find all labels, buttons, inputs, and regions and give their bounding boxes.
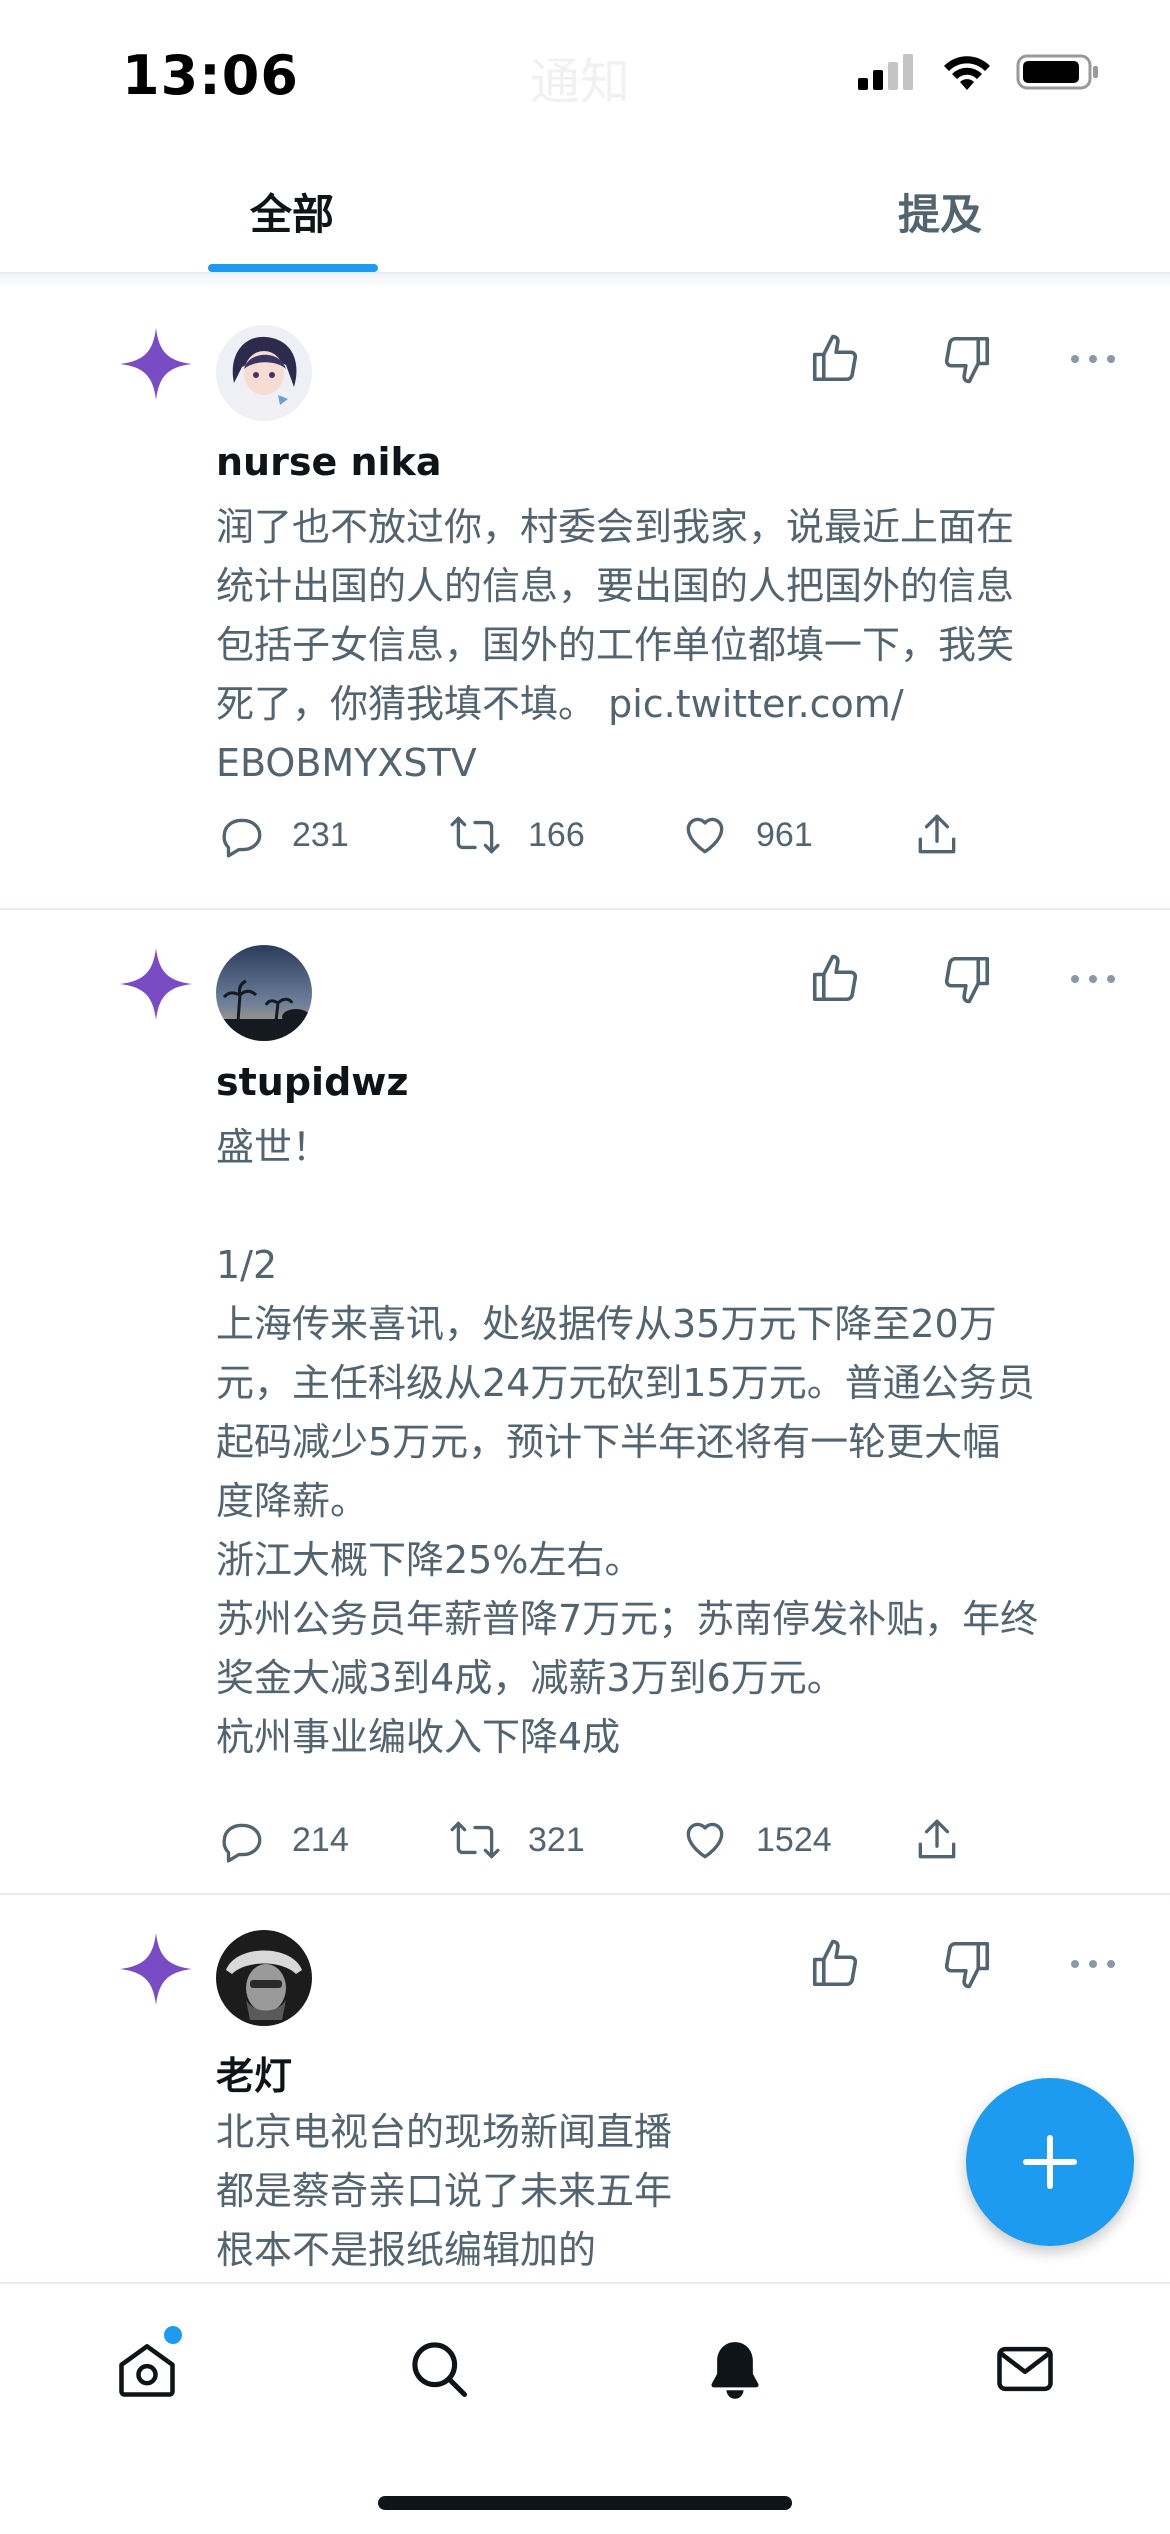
like-button[interactable]	[800, 944, 870, 1014]
status-bar: 13:06 通知	[0, 0, 1170, 150]
tab-all[interactable]: 全部	[0, 150, 710, 272]
home-indicator	[378, 2496, 792, 2510]
tweet-author[interactable]: 老灯	[216, 2045, 292, 2100]
thumbs-down-icon	[944, 956, 990, 1004]
tweet-card[interactable]: 老灯 北京电视台的现场新闻直播 都是蔡奇亲口说了未来五年 根本不是报纸编辑加的	[0, 1895, 1170, 2295]
plus-icon	[1023, 2135, 1077, 2189]
cellular-signal-icon	[858, 54, 913, 90]
share-icon	[918, 1819, 956, 1859]
header-title: 通知	[530, 53, 630, 111]
sparkle-icon	[120, 948, 192, 1020]
home-icon	[119, 2344, 175, 2397]
share-icon	[918, 814, 956, 854]
tabs-divider	[0, 274, 1170, 290]
reply-count: 231	[292, 815, 349, 854]
reply-count: 214	[292, 1820, 349, 1859]
tweet-text: 润了也不放过你，村委会到我家，说最近上面在 统计出国的人的信息，要出国的人把国外…	[216, 505, 1015, 785]
more-icon	[1071, 1960, 1115, 1968]
retweet-button[interactable]: 321	[448, 1815, 680, 1865]
wifi-icon	[944, 56, 990, 90]
thumbs-up-icon	[812, 334, 858, 382]
reply-button[interactable]: 231	[216, 810, 448, 860]
status-time: 13:06	[122, 44, 299, 107]
tweet-text: 盛世！ 1/2 上海传来喜讯，处级据传从35万元下降至20万 元，主任科级从24…	[216, 1125, 1039, 1759]
share-button[interactable]	[912, 1815, 988, 1865]
search-icon	[412, 2342, 468, 2398]
heart-icon	[686, 817, 724, 854]
home-notification-dot	[164, 2326, 182, 2344]
nav-messages[interactable]	[980, 2324, 1070, 2414]
reply-button[interactable]: 214	[216, 1815, 448, 1865]
dislike-button[interactable]	[932, 324, 1002, 394]
nav-search[interactable]	[394, 2324, 484, 2414]
more-button[interactable]	[1058, 944, 1128, 1014]
avatar[interactable]	[216, 325, 312, 421]
bell-icon	[711, 2342, 759, 2399]
share-button[interactable]	[912, 810, 988, 860]
reply-icon	[222, 1823, 262, 1863]
like-count: 961	[756, 815, 813, 854]
battery-icon	[1016, 54, 1098, 90]
tweet-card[interactable]: nurse nika 润了也不放过你，村委会到我家，说最近上面在 统计出国的人的…	[0, 290, 1170, 910]
retweet-count: 321	[528, 1820, 585, 1859]
tab-mentions-label: 提及	[897, 189, 982, 239]
avatar[interactable]	[216, 945, 312, 1041]
more-icon	[1071, 355, 1115, 363]
tweet-stats: 214 321 1524	[216, 1815, 988, 1865]
dislike-button[interactable]	[932, 1929, 1002, 1999]
tweet-card[interactable]: stupidwz 盛世！ 1/2 上海传来喜讯，处级据传从35万元下降至20万 …	[0, 910, 1170, 1895]
dislike-button[interactable]	[932, 944, 1002, 1014]
more-button[interactable]	[1058, 324, 1128, 394]
tab-mentions[interactable]: 提及	[710, 150, 1170, 272]
more-button[interactable]	[1058, 1929, 1128, 1999]
avatar[interactable]	[216, 1930, 312, 2026]
status-icons	[856, 52, 1100, 92]
like-button[interactable]	[800, 1929, 870, 1999]
notification-tabs: 全部 提及	[0, 150, 1170, 274]
retweet-icon	[450, 816, 500, 854]
nav-home[interactable]	[102, 2324, 192, 2414]
retweet-button[interactable]: 166	[448, 810, 680, 860]
heart-button[interactable]: 1524	[680, 1815, 912, 1865]
thumbs-up-icon	[812, 1939, 858, 1987]
more-icon	[1071, 975, 1115, 983]
heart-icon	[686, 1822, 724, 1859]
compose-button[interactable]	[966, 2078, 1134, 2246]
like-button[interactable]	[800, 324, 870, 394]
tweet-stats: 231 166 961	[216, 810, 988, 860]
mail-icon	[997, 2346, 1053, 2392]
nav-notifications[interactable]	[690, 2324, 780, 2414]
retweet-count: 166	[528, 815, 585, 854]
tab-all-label: 全部	[250, 189, 335, 239]
bottom-nav	[0, 2282, 1170, 2534]
thumbs-down-icon	[944, 336, 990, 384]
thumbs-down-icon	[944, 1941, 990, 1989]
sparkle-icon	[120, 1933, 192, 2005]
retweet-icon	[450, 1821, 500, 1859]
like-count: 1524	[756, 1820, 832, 1859]
notification-feed: nurse nika 润了也不放过你，村委会到我家，说最近上面在 统计出国的人的…	[0, 290, 1170, 2295]
sparkle-icon	[120, 328, 192, 400]
heart-button[interactable]: 961	[680, 810, 912, 860]
tweet-author[interactable]: stupidwz	[216, 1060, 409, 1104]
active-tab-indicator	[208, 264, 378, 272]
tweet-author[interactable]: nurse nika	[216, 440, 441, 484]
thumbs-up-icon	[812, 954, 858, 1002]
reply-icon	[222, 818, 262, 858]
